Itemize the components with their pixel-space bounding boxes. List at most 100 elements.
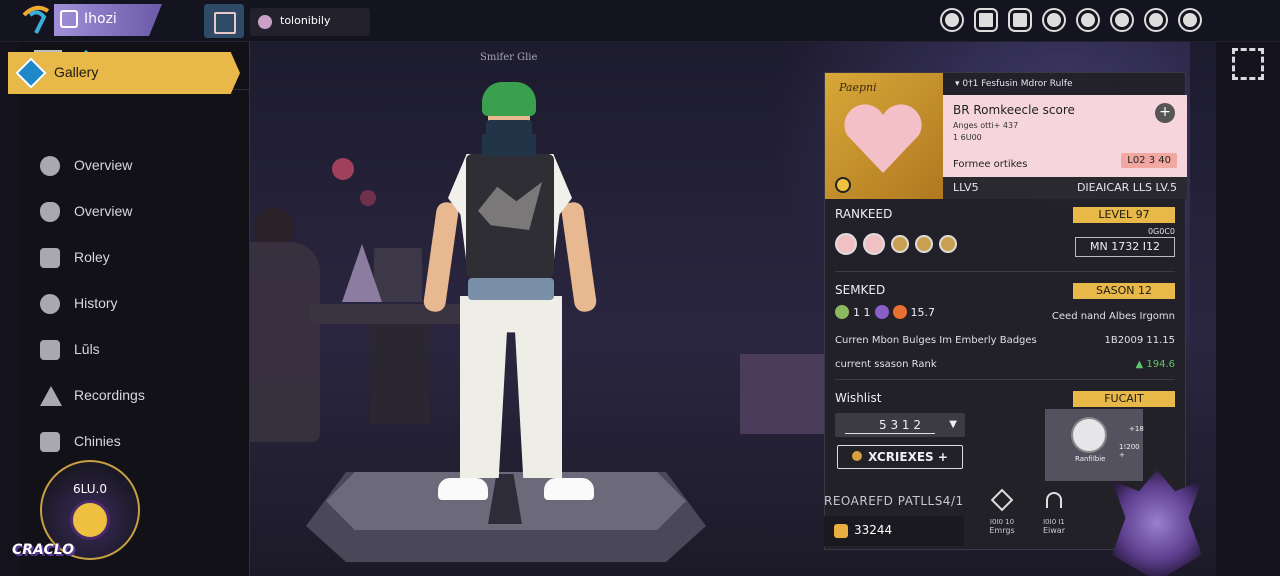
season-icon-text: 1 1	[853, 305, 871, 319]
headphones-icon[interactable]	[1146, 10, 1166, 30]
emoji-icon[interactable]	[863, 233, 885, 255]
wishlist-pill: FUCAIT	[1073, 391, 1175, 407]
card-art: Paepni	[825, 73, 943, 199]
emoji-icon[interactable]	[939, 235, 957, 253]
item-count: 1!200 +	[1119, 443, 1140, 459]
card-tag: L02 3 40	[1121, 153, 1177, 168]
season-icon-line: 1 1 15.7	[835, 305, 935, 319]
coin-icon	[852, 451, 863, 461]
divider	[835, 271, 1175, 272]
select-underline	[845, 433, 935, 434]
settings-icon[interactable]	[1180, 10, 1200, 30]
add-button[interactable]: +	[1155, 103, 1175, 123]
ranked-small: 0G0C0	[1147, 227, 1175, 236]
cone-lamp	[342, 244, 382, 302]
ranked-title: RANKEED	[835, 207, 893, 221]
scene-label: Smifer Glie	[480, 52, 538, 63]
sidebar-item-roley[interactable]: Roley	[32, 236, 242, 282]
emoji-icon[interactable]	[891, 235, 909, 253]
mascot-avatar	[70, 500, 110, 540]
card-header: ▾ 0†1 Fesfusin Mdror Rulfe	[955, 79, 1073, 89]
char-shoe	[438, 478, 488, 500]
stats-panel: Paepni ▾ 0†1 Fesfusin Mdror Rulfe BR Rom…	[824, 72, 1187, 550]
item-count: +18	[1129, 425, 1144, 433]
tent-icon	[40, 386, 62, 406]
bottom-heading: REOAREFD PATLLS4/1	[824, 494, 964, 508]
emblem-text: I0I0 10	[989, 518, 1015, 526]
badge-icon	[892, 305, 907, 319]
user-badge-text: 6LU.0	[73, 482, 107, 496]
season-value: 15.7	[910, 305, 936, 319]
card-meta: LLV5 DIEAICAR LLS LV.5	[943, 177, 1187, 199]
sidebar-item-label: Overview	[74, 203, 133, 219]
emoji-icon[interactable]	[835, 233, 857, 255]
item-label: Ranfilbie	[1075, 455, 1106, 463]
chevron-down-icon: ▼	[949, 419, 957, 430]
avatar	[1071, 417, 1107, 453]
badge-icon	[835, 305, 849, 319]
heart-icon	[843, 103, 923, 173]
profile-icon	[258, 15, 272, 29]
sidebar-item-recordings[interactable]: Recordings	[32, 374, 242, 420]
add-item-button[interactable]: XCRIEXES +	[837, 445, 963, 469]
emoji-icon[interactable]	[1078, 10, 1098, 30]
wishlist-item-card[interactable]: Ranfilbie +18 1!200 +	[1045, 409, 1144, 481]
app-tab-icon	[60, 10, 78, 28]
fullscreen-icon[interactable]	[1232, 48, 1264, 80]
camera-icon[interactable]	[1010, 10, 1030, 30]
wishlist-title: Wishlist	[835, 391, 882, 405]
card-subtitle: 1 6U00	[953, 133, 982, 142]
sidebar-item-label: Roley	[74, 249, 110, 265]
divider	[835, 379, 1175, 380]
coin-value: 33244	[854, 523, 893, 537]
person-icon	[40, 248, 60, 268]
sidebar-active-label: Gallery	[54, 64, 99, 80]
coin-balance[interactable]: 33244	[824, 516, 964, 546]
bg-person	[250, 242, 320, 442]
sidebar-item-label: Overview	[74, 157, 133, 173]
wishlist-select[interactable]: 5 3 1 2 ▼	[835, 413, 965, 437]
cabinet	[740, 354, 830, 434]
ranked-section: RANKEED LEVEL 97 0G0C0 MN 1732 I12	[835, 207, 1175, 269]
sidebar-item-history[interactable]: History	[32, 282, 242, 328]
badge-icon	[874, 305, 889, 319]
wifi-text: I0I0 I1	[1043, 518, 1065, 526]
player-character[interactable]	[422, 82, 598, 502]
sidebar-item-overview-2[interactable]: Overview	[32, 190, 242, 236]
card-badge-icon	[835, 177, 851, 193]
wishlist-section: Wishlist FUCAIT 5 3 1 2 ▼ XCRIEXES + Ran…	[835, 391, 1175, 491]
sidebar-item-label: Chinies	[74, 433, 121, 449]
card-meta-right: DIEAICAR LLS LV.5	[1076, 181, 1177, 194]
sidebar-item-gallery[interactable]: Gallery	[8, 52, 240, 94]
desk-leg	[370, 324, 430, 424]
gem-icon	[15, 57, 47, 89]
char-pants	[460, 296, 562, 478]
ranked-pill: LEVEL 97	[1073, 207, 1175, 223]
coin-icon	[834, 524, 848, 538]
season-row3-right: ▲ 194.6	[1135, 359, 1176, 370]
edit-icon[interactable]	[1112, 10, 1132, 30]
app-tab-label: Ihozi	[84, 11, 117, 27]
top-icon-group	[942, 10, 1200, 30]
search-pill[interactable]: tolonibily	[250, 8, 370, 36]
hourglass-icon[interactable]	[204, 4, 244, 38]
info-icon[interactable]	[942, 10, 962, 30]
emoji-icon[interactable]	[915, 235, 933, 253]
sidebar-item-luls[interactable]: Lŭls	[32, 328, 242, 374]
emblem-label: Emrgs	[989, 526, 1015, 535]
compass-icon[interactable]	[1044, 10, 1064, 30]
emblem-button[interactable]: I0I0 10 Emrgs	[982, 488, 1022, 535]
season-row2-right: 1B2009 11.15	[1104, 335, 1175, 346]
app-logo-icon[interactable]	[20, 3, 52, 37]
ranked-stat: MN 1732 I12	[1075, 237, 1175, 257]
user-name: CRACLO	[12, 542, 75, 558]
sidebar-item-overview[interactable]: Overview	[32, 144, 242, 190]
frame-icon	[40, 432, 60, 452]
season-row3-left: current ssason Rank	[835, 359, 937, 370]
season-row2-left: Curren Mbon Bulges Im Emberly Badges	[835, 335, 1037, 346]
sidebar-item-chinies[interactable]: Chinies	[32, 420, 242, 466]
app-tab[interactable]: Ihozi	[54, 4, 162, 36]
puzzle-icon[interactable]	[976, 10, 996, 30]
wifi-button[interactable]: I0I0 I1 Eiwar	[1034, 492, 1074, 535]
wishlist-select-value: 5 3 1 2	[879, 418, 921, 432]
